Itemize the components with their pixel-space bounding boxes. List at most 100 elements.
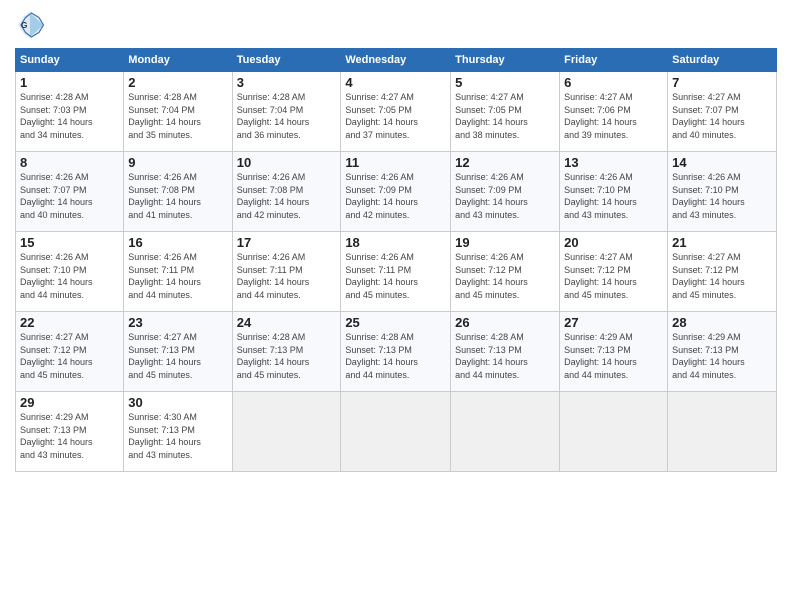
- day-info: Sunrise: 4:27 AMSunset: 7:05 PMDaylight:…: [455, 91, 555, 141]
- day-info: Sunrise: 4:26 AMSunset: 7:12 PMDaylight:…: [455, 251, 555, 301]
- cal-cell: 6Sunrise: 4:27 AMSunset: 7:06 PMDaylight…: [560, 72, 668, 152]
- cal-cell: [668, 392, 777, 472]
- weekday-header-wednesday: Wednesday: [341, 49, 451, 72]
- cal-cell: 18Sunrise: 4:26 AMSunset: 7:11 PMDayligh…: [341, 232, 451, 312]
- cal-cell: 28Sunrise: 4:29 AMSunset: 7:13 PMDayligh…: [668, 312, 777, 392]
- day-number: 23: [128, 315, 227, 330]
- day-number: 27: [564, 315, 663, 330]
- day-number: 30: [128, 395, 227, 410]
- day-number: 8: [20, 155, 119, 170]
- cal-cell: 5Sunrise: 4:27 AMSunset: 7:05 PMDaylight…: [451, 72, 560, 152]
- day-number: 7: [672, 75, 772, 90]
- day-info: Sunrise: 4:29 AMSunset: 7:13 PMDaylight:…: [564, 331, 663, 381]
- week-row-2: 8Sunrise: 4:26 AMSunset: 7:07 PMDaylight…: [16, 152, 777, 232]
- weekday-header-saturday: Saturday: [668, 49, 777, 72]
- week-row-1: 1Sunrise: 4:28 AMSunset: 7:03 PMDaylight…: [16, 72, 777, 152]
- day-info: Sunrise: 4:26 AMSunset: 7:10 PMDaylight:…: [20, 251, 119, 301]
- day-number: 3: [237, 75, 337, 90]
- cal-cell: 19Sunrise: 4:26 AMSunset: 7:12 PMDayligh…: [451, 232, 560, 312]
- cal-cell: 3Sunrise: 4:28 AMSunset: 7:04 PMDaylight…: [232, 72, 341, 152]
- cal-cell: 27Sunrise: 4:29 AMSunset: 7:13 PMDayligh…: [560, 312, 668, 392]
- cal-cell: 15Sunrise: 4:26 AMSunset: 7:10 PMDayligh…: [16, 232, 124, 312]
- cal-cell: 30Sunrise: 4:30 AMSunset: 7:13 PMDayligh…: [124, 392, 232, 472]
- day-info: Sunrise: 4:28 AMSunset: 7:13 PMDaylight:…: [455, 331, 555, 381]
- day-info: Sunrise: 4:26 AMSunset: 7:10 PMDaylight:…: [672, 171, 772, 221]
- cal-cell: [560, 392, 668, 472]
- day-info: Sunrise: 4:26 AMSunset: 7:09 PMDaylight:…: [345, 171, 446, 221]
- logo: G: [15, 10, 49, 40]
- day-number: 20: [564, 235, 663, 250]
- day-number: 14: [672, 155, 772, 170]
- cal-cell: 17Sunrise: 4:26 AMSunset: 7:11 PMDayligh…: [232, 232, 341, 312]
- day-number: 19: [455, 235, 555, 250]
- cal-cell: 8Sunrise: 4:26 AMSunset: 7:07 PMDaylight…: [16, 152, 124, 232]
- day-info: Sunrise: 4:28 AMSunset: 7:04 PMDaylight:…: [128, 91, 227, 141]
- weekday-header-friday: Friday: [560, 49, 668, 72]
- day-info: Sunrise: 4:26 AMSunset: 7:11 PMDaylight:…: [345, 251, 446, 301]
- day-number: 22: [20, 315, 119, 330]
- day-info: Sunrise: 4:26 AMSunset: 7:11 PMDaylight:…: [128, 251, 227, 301]
- cal-cell: 7Sunrise: 4:27 AMSunset: 7:07 PMDaylight…: [668, 72, 777, 152]
- day-number: 29: [20, 395, 119, 410]
- cal-cell: [341, 392, 451, 472]
- cal-cell: 10Sunrise: 4:26 AMSunset: 7:08 PMDayligh…: [232, 152, 341, 232]
- cal-cell: 1Sunrise: 4:28 AMSunset: 7:03 PMDaylight…: [16, 72, 124, 152]
- day-info: Sunrise: 4:26 AMSunset: 7:10 PMDaylight:…: [564, 171, 663, 221]
- day-number: 12: [455, 155, 555, 170]
- day-info: Sunrise: 4:27 AMSunset: 7:13 PMDaylight:…: [128, 331, 227, 381]
- day-info: Sunrise: 4:27 AMSunset: 7:07 PMDaylight:…: [672, 91, 772, 141]
- cal-cell: 21Sunrise: 4:27 AMSunset: 7:12 PMDayligh…: [668, 232, 777, 312]
- day-info: Sunrise: 4:28 AMSunset: 7:13 PMDaylight:…: [345, 331, 446, 381]
- day-number: 18: [345, 235, 446, 250]
- header: G: [15, 10, 777, 40]
- cal-cell: 12Sunrise: 4:26 AMSunset: 7:09 PMDayligh…: [451, 152, 560, 232]
- cal-cell: 11Sunrise: 4:26 AMSunset: 7:09 PMDayligh…: [341, 152, 451, 232]
- cal-cell: 2Sunrise: 4:28 AMSunset: 7:04 PMDaylight…: [124, 72, 232, 152]
- cal-cell: 14Sunrise: 4:26 AMSunset: 7:10 PMDayligh…: [668, 152, 777, 232]
- weekday-header-monday: Monday: [124, 49, 232, 72]
- day-number: 17: [237, 235, 337, 250]
- day-number: 4: [345, 75, 446, 90]
- cal-cell: 29Sunrise: 4:29 AMSunset: 7:13 PMDayligh…: [16, 392, 124, 472]
- day-info: Sunrise: 4:27 AMSunset: 7:05 PMDaylight:…: [345, 91, 446, 141]
- day-info: Sunrise: 4:26 AMSunset: 7:11 PMDaylight:…: [237, 251, 337, 301]
- day-info: Sunrise: 4:26 AMSunset: 7:08 PMDaylight:…: [128, 171, 227, 221]
- page: G SundayMondayTuesdayWednesdayThursdayFr…: [0, 0, 792, 612]
- week-row-5: 29Sunrise: 4:29 AMSunset: 7:13 PMDayligh…: [16, 392, 777, 472]
- day-info: Sunrise: 4:29 AMSunset: 7:13 PMDaylight:…: [672, 331, 772, 381]
- week-row-4: 22Sunrise: 4:27 AMSunset: 7:12 PMDayligh…: [16, 312, 777, 392]
- cal-cell: 13Sunrise: 4:26 AMSunset: 7:10 PMDayligh…: [560, 152, 668, 232]
- day-number: 10: [237, 155, 337, 170]
- svg-text:G: G: [21, 21, 27, 30]
- weekday-header-tuesday: Tuesday: [232, 49, 341, 72]
- day-info: Sunrise: 4:26 AMSunset: 7:09 PMDaylight:…: [455, 171, 555, 221]
- cal-cell: 26Sunrise: 4:28 AMSunset: 7:13 PMDayligh…: [451, 312, 560, 392]
- day-number: 16: [128, 235, 227, 250]
- day-info: Sunrise: 4:26 AMSunset: 7:08 PMDaylight:…: [237, 171, 337, 221]
- day-number: 5: [455, 75, 555, 90]
- cal-cell: 22Sunrise: 4:27 AMSunset: 7:12 PMDayligh…: [16, 312, 124, 392]
- cal-cell: [232, 392, 341, 472]
- day-info: Sunrise: 4:30 AMSunset: 7:13 PMDaylight:…: [128, 411, 227, 461]
- day-number: 1: [20, 75, 119, 90]
- cal-cell: [451, 392, 560, 472]
- calendar: SundayMondayTuesdayWednesdayThursdayFrid…: [15, 48, 777, 472]
- weekday-header-thursday: Thursday: [451, 49, 560, 72]
- general-blue-icon: G: [15, 10, 45, 40]
- day-number: 15: [20, 235, 119, 250]
- weekday-header-sunday: Sunday: [16, 49, 124, 72]
- weekday-header-row: SundayMondayTuesdayWednesdayThursdayFrid…: [16, 49, 777, 72]
- day-number: 25: [345, 315, 446, 330]
- cal-cell: 25Sunrise: 4:28 AMSunset: 7:13 PMDayligh…: [341, 312, 451, 392]
- day-number: 13: [564, 155, 663, 170]
- day-number: 6: [564, 75, 663, 90]
- cal-cell: 9Sunrise: 4:26 AMSunset: 7:08 PMDaylight…: [124, 152, 232, 232]
- day-number: 2: [128, 75, 227, 90]
- cal-cell: 20Sunrise: 4:27 AMSunset: 7:12 PMDayligh…: [560, 232, 668, 312]
- day-info: Sunrise: 4:28 AMSunset: 7:04 PMDaylight:…: [237, 91, 337, 141]
- day-info: Sunrise: 4:26 AMSunset: 7:07 PMDaylight:…: [20, 171, 119, 221]
- day-info: Sunrise: 4:27 AMSunset: 7:12 PMDaylight:…: [20, 331, 119, 381]
- day-info: Sunrise: 4:28 AMSunset: 7:13 PMDaylight:…: [237, 331, 337, 381]
- day-number: 21: [672, 235, 772, 250]
- cal-cell: 4Sunrise: 4:27 AMSunset: 7:05 PMDaylight…: [341, 72, 451, 152]
